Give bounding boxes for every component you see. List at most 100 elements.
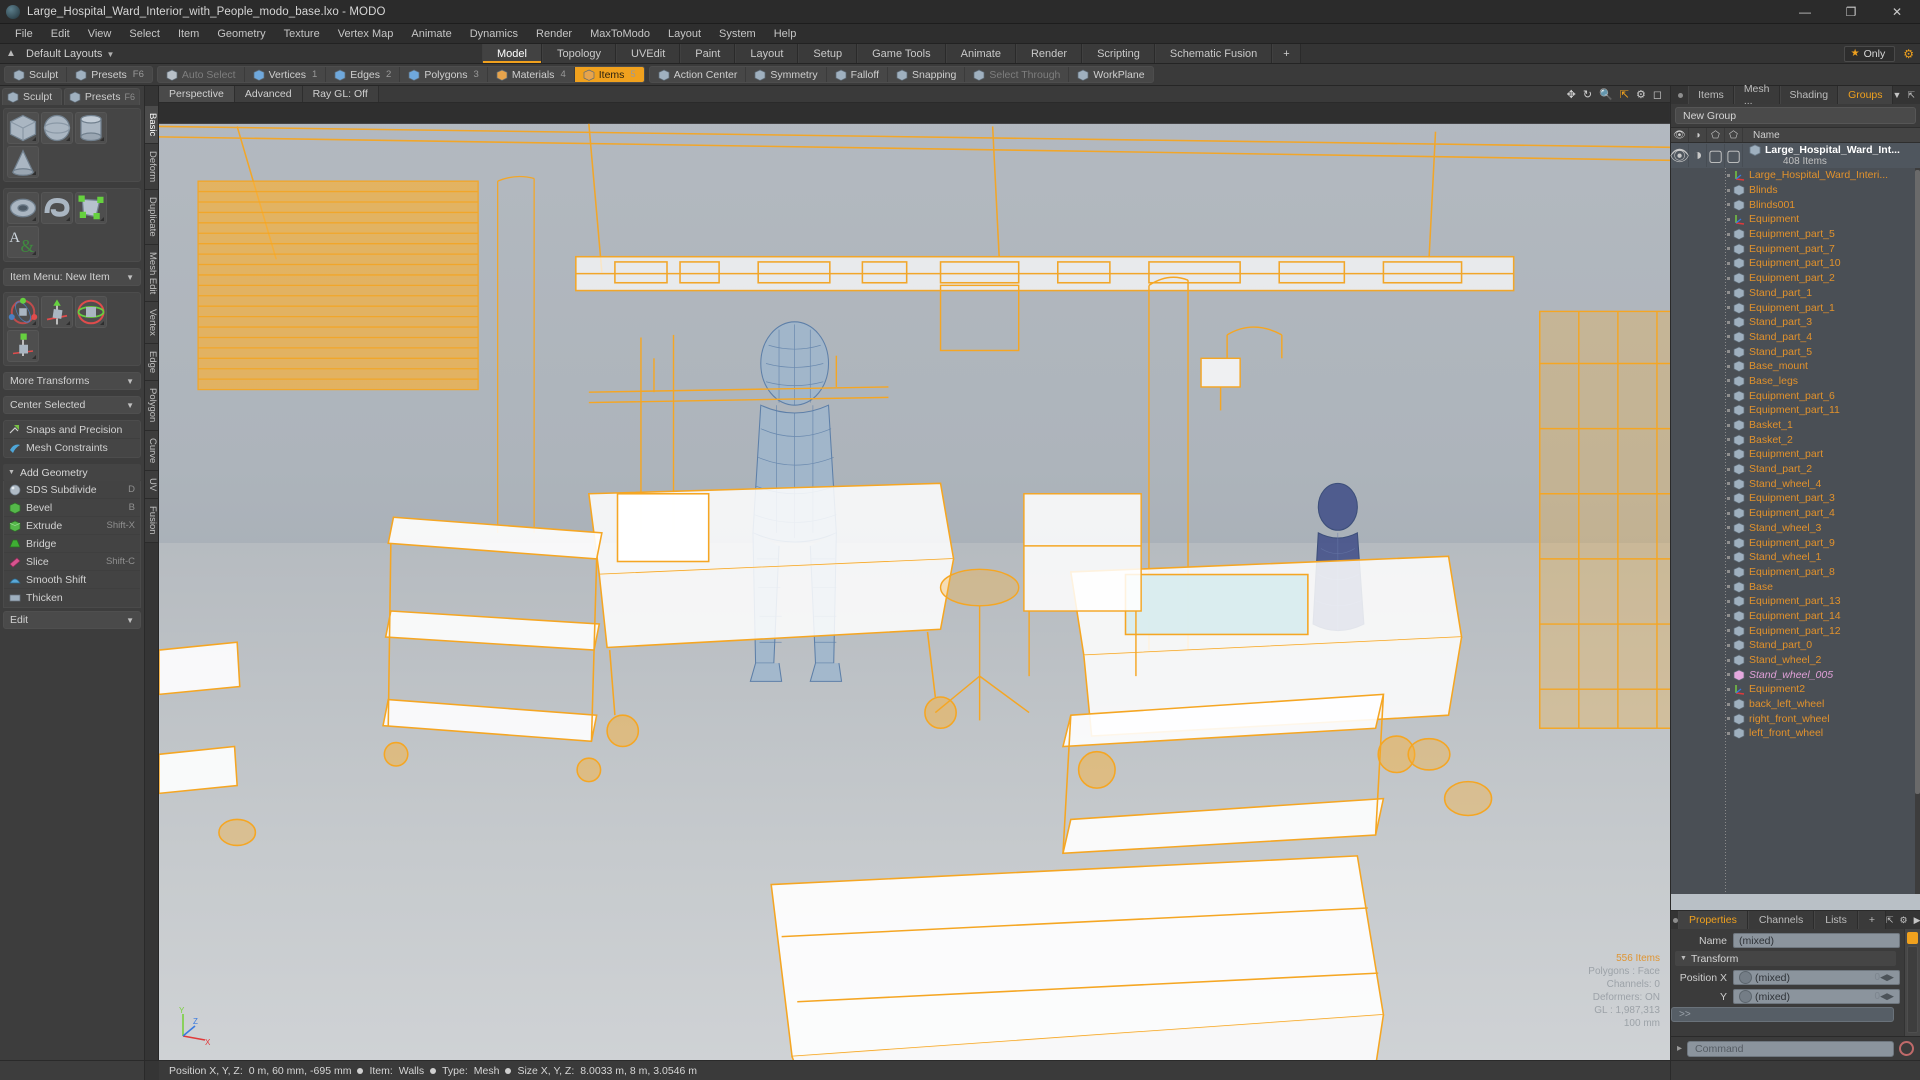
center-selected-dropdown[interactable]: Center Selected ▼ [3, 396, 141, 414]
row-wire-b-toggle[interactable]: ▢ [1725, 144, 1743, 167]
list-item[interactable]: Basket_1 [1671, 418, 1920, 433]
layout-tab-game-tools[interactable]: Game Tools [857, 44, 946, 63]
viewport-tab-ray-gl-off[interactable]: Ray GL: Off [302, 86, 379, 102]
menu-item-view[interactable]: View [79, 24, 121, 44]
list-item[interactable]: Large_Hospital_Ward_Interi... [1671, 168, 1920, 183]
maximize-properties-icon[interactable]: ⇱ [1886, 915, 1894, 926]
list-item[interactable]: Equipment_part_7 [1671, 241, 1920, 256]
mode-button-materials[interactable]: Materials 4 [488, 67, 575, 82]
list-item[interactable]: Equipment_part_5 [1671, 227, 1920, 242]
fit-view-icon[interactable]: ⇱ [1620, 88, 1629, 101]
menu-item-animate[interactable]: Animate [402, 24, 460, 44]
menu-item-edit[interactable]: Edit [42, 24, 79, 44]
viewport-tab-perspective[interactable]: Perspective [159, 86, 235, 102]
command-slice[interactable]: Slice Shift-C [4, 553, 140, 571]
mode-button-falloff[interactable]: Falloff [827, 67, 888, 82]
row-eye-icon[interactable]: 👁 [1669, 144, 1690, 167]
list-item[interactable]: Stand_part_1 [1671, 286, 1920, 301]
new-group-button[interactable]: New Group [1675, 107, 1916, 124]
list-item[interactable]: Equipment_part_3 [1671, 491, 1920, 506]
mode-button-sculpt[interactable]: Sculpt [5, 67, 68, 82]
vertical-tab-duplicate[interactable]: Duplicate [145, 190, 158, 245]
list-item[interactable]: Blinds [1671, 183, 1920, 198]
vertical-tab-basic[interactable]: Basic [145, 106, 158, 145]
edit-dropdown[interactable]: Edit ▼ [3, 611, 141, 629]
layout-tab-+[interactable]: + [1272, 44, 1301, 63]
menu-item-dynamics[interactable]: Dynamics [461, 24, 527, 44]
layout-up-arrow-icon[interactable]: ▲ [0, 48, 22, 59]
mode-button-select-through[interactable]: Select Through [965, 67, 1070, 82]
layout-tab-uvedit[interactable]: UVEdit [616, 44, 681, 63]
more-transforms-dropdown[interactable]: More Transforms ▼ [3, 372, 141, 390]
list-item[interactable]: Equipment_part_12 [1671, 623, 1920, 638]
primitive-cone-primitive[interactable] [7, 146, 39, 178]
property-input[interactable]: (mixed) 0 ◀▶ [1733, 970, 1900, 985]
vertical-tab-curve[interactable]: Curve [145, 430, 158, 472]
gear-icon[interactable]: ⚙ [1903, 47, 1914, 61]
viewport-tab-advanced[interactable]: Advanced [234, 86, 303, 102]
vertical-tab-fusion[interactable]: Fusion [145, 499, 158, 543]
mode-button-snapping[interactable]: Snapping [888, 67, 966, 82]
list-item[interactable]: Stand_wheel_4 [1671, 476, 1920, 491]
add-geometry-section-header[interactable]: ▼ Add Geometry [3, 464, 141, 481]
primitive-move-gizmo[interactable] [7, 296, 39, 328]
list-item[interactable]: Equipment_part_4 [1671, 506, 1920, 521]
menu-item-file[interactable]: File [6, 24, 42, 44]
primitive-sphere-primitive[interactable] [41, 112, 73, 144]
render-icon[interactable]: ◑ [1689, 128, 1707, 142]
item-menu-dropdown[interactable]: Item Menu: New Item ▼ [3, 268, 141, 286]
selected-group-row[interactable]: 👁 ◑ ▢ ▢ Large_Hospital_Ward_Int... 408 I… [1669, 143, 1920, 168]
list-item[interactable]: Base_mount [1671, 359, 1920, 374]
mode-button-items[interactable]: Items 5 [574, 67, 644, 82]
only-toggle[interactable]: ★ Only [1843, 45, 1896, 62]
properties-tab-properties[interactable]: Properties [1678, 911, 1748, 929]
layout-tab-animate[interactable]: Animate [945, 44, 1016, 63]
list-item[interactable]: Stand_wheel_3 [1671, 521, 1920, 536]
menu-item-geometry[interactable]: Geometry [208, 24, 274, 44]
mode-button-workplane[interactable]: WorkPlane [1069, 67, 1152, 82]
list-item[interactable]: right_front_wheel [1671, 711, 1920, 726]
maximize-view-icon[interactable]: ◻ [1653, 88, 1662, 101]
primitive-transform-gizmo[interactable] [7, 330, 39, 362]
left-panel-tab-presets[interactable]: Presets F6 [63, 88, 140, 105]
eye-icon[interactable]: 👁 [1671, 128, 1689, 142]
list-item[interactable]: Equipment_part_9 [1671, 535, 1920, 550]
menu-item-select[interactable]: Select [120, 24, 169, 44]
right-panel-tab-groups[interactable]: Groups [1838, 86, 1893, 104]
primitive-cylinder-primitive[interactable] [75, 112, 107, 144]
menu-item-render[interactable]: Render [527, 24, 581, 44]
list-item[interactable]: Equipment_part_2 [1671, 271, 1920, 286]
menu-item-help[interactable]: Help [765, 24, 806, 44]
list-item[interactable]: Stand_wheel_1 [1671, 550, 1920, 565]
item-list-scrollbar[interactable] [1915, 168, 1920, 894]
layout-tab-render[interactable]: Render [1015, 44, 1083, 63]
wire-b-icon[interactable]: ⬠ [1725, 128, 1743, 142]
property-knob-icon[interactable] [1739, 990, 1752, 1003]
mode-button-vertices[interactable]: Vertices 1 [245, 67, 327, 82]
mode-button-action-center[interactable]: Action Center [650, 67, 747, 82]
name-field[interactable]: (mixed) [1733, 933, 1900, 948]
move-view-icon[interactable]: ✥ [1567, 88, 1576, 101]
list-item[interactable]: Equipment_part_6 [1671, 388, 1920, 403]
list-item[interactable]: Stand_part_3 [1671, 315, 1920, 330]
vertical-tab-edge[interactable]: Edge [145, 344, 158, 382]
command-bevel[interactable]: Bevel B [4, 499, 140, 517]
command-extrude[interactable]: Extrude Shift-X [4, 517, 140, 535]
primitive-polygon-primitive[interactable] [75, 192, 107, 224]
gear-icon[interactable]: ⚙ [1900, 915, 1908, 926]
maximize-button[interactable]: ❐ [1828, 0, 1874, 24]
property-knob-icon[interactable] [1739, 971, 1752, 984]
group-item-list[interactable]: Large_Hospital_Ward_Interi... Blinds Blind… [1671, 168, 1920, 894]
left-panel-tab-sculpt[interactable]: Sculpt [2, 88, 62, 105]
list-item[interactable]: Stand_part_2 [1671, 462, 1920, 477]
mode-button-symmetry[interactable]: Symmetry [746, 67, 827, 82]
menu-item-texture[interactable]: Texture [275, 24, 329, 44]
primitive-cube-primitive[interactable] [7, 112, 39, 144]
list-item[interactable]: Base [1671, 579, 1920, 594]
list-item[interactable]: Stand_part_0 [1671, 638, 1920, 653]
maximize-panel-icon[interactable]: ⇱ [1907, 90, 1915, 101]
right-panel-tab-mesh-[interactable]: Mesh ... [1733, 83, 1780, 107]
command-input[interactable]: Command [1687, 1040, 1894, 1057]
list-item[interactable]: Stand_wheel_005 [1671, 667, 1920, 682]
menu-item-vertex-map[interactable]: Vertex Map [329, 24, 403, 44]
